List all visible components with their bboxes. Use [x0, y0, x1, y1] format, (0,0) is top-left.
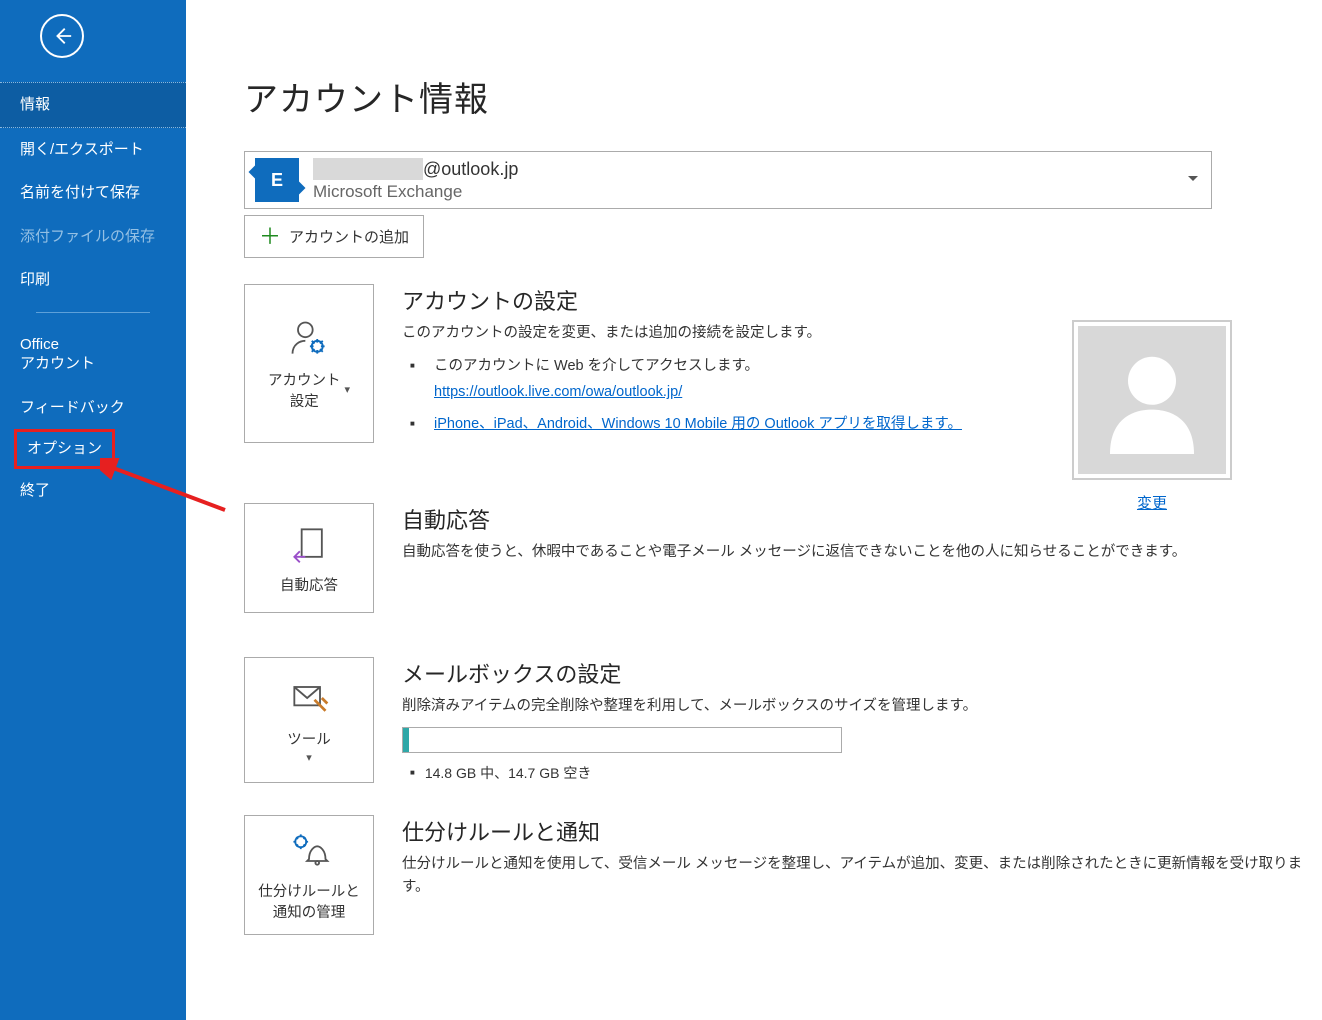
- nav-office-account[interactable]: Office アカウント: [0, 323, 186, 386]
- section-account-settings: アカウント 設定 ▾ アカウントの設定 このアカウントの設定を変更、または追加の…: [244, 284, 1322, 443]
- account-email-redacted: [313, 158, 423, 180]
- nav-open-export[interactable]: 開く/エクスポート: [0, 128, 186, 172]
- plus-icon: ＋: [259, 230, 281, 244]
- account-email-suffix: @outlook.jp: [423, 159, 518, 180]
- tile-tools-label: ツール: [287, 728, 331, 749]
- section-mailbox: ツール ▾ メールボックスの設定 削除済みアイテムの完全削除や整理を利用して、メ…: [244, 657, 1322, 782]
- auto-reply-desc: 自動応答を使うと、休暇中であることや電子メール メッセージに返信できないことを他…: [402, 541, 1306, 564]
- main-content: アカウント情報 E @outlook.jp Microsoft Exchange…: [186, 0, 1322, 1020]
- tile-account-settings-label: アカウント 設定: [268, 369, 341, 411]
- nav-save-as[interactable]: 名前を付けて保存: [0, 171, 186, 215]
- exchange-icon: E: [255, 158, 299, 202]
- mailbox-desc: 削除済みアイテムの完全削除や整理を利用して、メールボックスのサイズを管理します。: [402, 695, 1306, 718]
- rules-title: 仕分けルールと通知: [402, 815, 1306, 847]
- nav-separator: [36, 312, 150, 313]
- auto-reply-icon: [287, 522, 331, 566]
- mailbox-title: メールボックスの設定: [402, 657, 1306, 689]
- nav-exit[interactable]: 終了: [0, 469, 186, 513]
- back-button[interactable]: [40, 14, 84, 58]
- tile-rules-label: 仕分けルールと 通知の管理: [258, 880, 360, 922]
- add-account-button[interactable]: ＋ アカウントの追加: [244, 215, 424, 258]
- nav-options[interactable]: オプション: [14, 429, 115, 469]
- storage-progress-fill: [403, 728, 409, 752]
- avatar-placeholder-icon: [1078, 326, 1226, 474]
- rules-desc: 仕分けルールと通知を使用して、受信メール メッセージを整理し、アイテムが追加、変…: [402, 853, 1306, 899]
- section-auto-reply: 自動応答 自動応答 自動応答を使うと、休暇中であることや電子メール メッセージに…: [244, 503, 1322, 613]
- account-type: Microsoft Exchange: [313, 182, 518, 202]
- nav-print[interactable]: 印刷: [0, 258, 186, 302]
- tile-auto-reply[interactable]: 自動応答: [244, 503, 374, 613]
- tile-auto-reply-label: 自動応答: [280, 574, 338, 595]
- nav-save-attachments: 添付ファイルの保存: [0, 215, 186, 259]
- back-arrow-icon: [51, 25, 73, 47]
- mobile-app-link[interactable]: iPhone、iPad、Android、Windows 10 Mobile 用の…: [434, 416, 962, 432]
- tile-account-settings[interactable]: アカウント 設定 ▾: [244, 284, 374, 443]
- chevron-down-icon: ▾: [344, 383, 350, 396]
- tile-tools[interactable]: ツール ▾: [244, 657, 374, 782]
- storage-text: 14.8 GB 中、14.7 GB 空き: [425, 763, 592, 783]
- settings-bullet1-text: このアカウントに Web を介してアクセスします。: [434, 358, 759, 374]
- account-info: @outlook.jp Microsoft Exchange: [313, 158, 518, 202]
- account-selector[interactable]: E @outlook.jp Microsoft Exchange: [244, 151, 1212, 209]
- avatar-block: 変更: [1072, 320, 1232, 513]
- auto-reply-title: 自動応答: [402, 503, 1306, 535]
- chevron-down-icon: [1187, 172, 1199, 188]
- backstage-sidebar: 情報 開く/エクスポート 名前を付けて保存 添付ファイルの保存 印刷 Offic…: [0, 0, 186, 1020]
- nav-feedback[interactable]: フィードバック: [0, 386, 186, 430]
- storage-progress: [402, 727, 842, 753]
- nav-group-1: 情報 開く/エクスポート 名前を付けて保存 添付ファイルの保存 印刷: [0, 82, 186, 302]
- person-gear-icon: [287, 317, 331, 361]
- page-title: アカウント情報: [244, 72, 1322, 121]
- settings-title: アカウントの設定: [402, 284, 1306, 316]
- nav-group-2: Office アカウント フィードバック オプション 終了: [0, 323, 186, 513]
- owa-link[interactable]: https://outlook.live.com/owa/outlook.jp/: [434, 384, 682, 400]
- nav-info[interactable]: 情報: [0, 82, 186, 128]
- section-rules: 仕分けルールと 通知の管理 仕分けルールと通知 仕分けルールと通知を使用して、受…: [244, 815, 1322, 935]
- rules-bell-gear-icon: [287, 828, 331, 872]
- avatar-frame: [1072, 320, 1232, 480]
- chevron-down-icon: ▾: [306, 751, 312, 764]
- tile-rules[interactable]: 仕分けルールと 通知の管理: [244, 815, 374, 935]
- mailbox-tools-icon: [287, 676, 331, 720]
- add-account-label: アカウントの追加: [289, 226, 409, 247]
